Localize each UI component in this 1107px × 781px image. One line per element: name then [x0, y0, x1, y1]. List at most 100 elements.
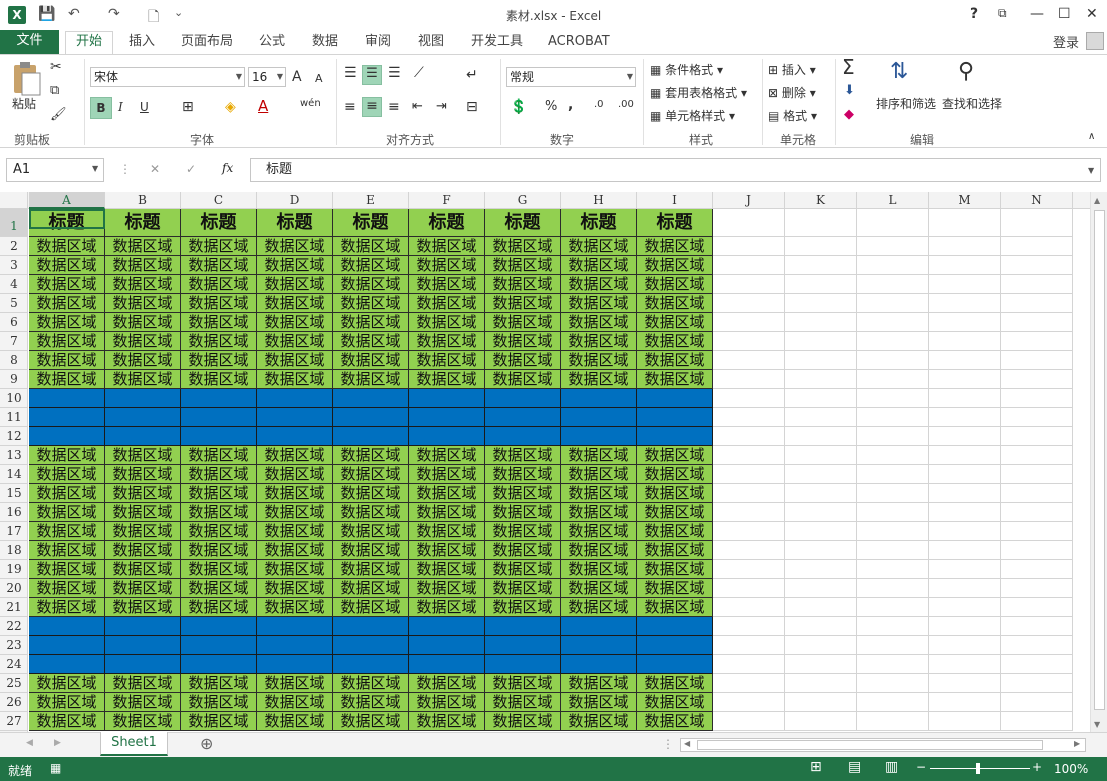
cell-j27[interactable]: [713, 712, 785, 731]
cell-f19[interactable]: 数据区域: [409, 560, 485, 579]
row-header-1[interactable]: 1: [0, 209, 28, 237]
zoom-slider[interactable]: [930, 768, 1030, 769]
cell-h9[interactable]: 数据区域: [561, 370, 637, 389]
cell-e20[interactable]: 数据区域: [333, 579, 409, 598]
tab-developer[interactable]: 开发工具: [471, 32, 523, 54]
cell-j15[interactable]: [713, 484, 785, 503]
cell-a9[interactable]: 数据区域: [29, 370, 105, 389]
cell-h14[interactable]: 数据区域: [561, 465, 637, 484]
cell-i5[interactable]: 数据区域: [637, 294, 713, 313]
cell-l24[interactable]: [857, 655, 929, 674]
tab-review[interactable]: 审阅: [365, 32, 391, 54]
cell-g11[interactable]: [485, 408, 561, 427]
cell-l17[interactable]: [857, 522, 929, 541]
cell-h11[interactable]: [561, 408, 637, 427]
cell-n9[interactable]: [1001, 370, 1073, 389]
cell-c16[interactable]: 数据区域: [181, 503, 257, 522]
chevron-down-icon[interactable]: ▼: [92, 164, 98, 173]
cell-f1[interactable]: 标题: [409, 209, 485, 237]
cell-i13[interactable]: 数据区域: [637, 446, 713, 465]
cell-e13[interactable]: 数据区域: [333, 446, 409, 465]
font-name-combo[interactable]: 宋体 ▼: [90, 67, 245, 87]
formula-input[interactable]: 标题: [250, 158, 1101, 182]
tab-home[interactable]: 开始: [65, 31, 114, 55]
cell-b27[interactable]: 数据区域: [105, 712, 181, 731]
cell-b2[interactable]: 数据区域: [105, 237, 181, 256]
paste-icon[interactable]: [8, 61, 44, 97]
login-link[interactable]: 登录: [1053, 32, 1079, 51]
cell-e6[interactable]: 数据区域: [333, 313, 409, 332]
cell-e17[interactable]: 数据区域: [333, 522, 409, 541]
cell-m20[interactable]: [929, 579, 1001, 598]
minimize-button[interactable]: —: [1030, 6, 1044, 22]
cell-k17[interactable]: [785, 522, 857, 541]
cell-k7[interactable]: [785, 332, 857, 351]
cell-d9[interactable]: 数据区域: [257, 370, 333, 389]
cell-d10[interactable]: [257, 389, 333, 408]
row-header-15[interactable]: 15: [0, 484, 28, 503]
cell-j4[interactable]: [713, 275, 785, 294]
cell-k6[interactable]: [785, 313, 857, 332]
cell-i3[interactable]: 数据区域: [637, 256, 713, 275]
cell-f4[interactable]: 数据区域: [409, 275, 485, 294]
row-header-14[interactable]: 14: [0, 465, 28, 484]
cell-c6[interactable]: 数据区域: [181, 313, 257, 332]
cell-m9[interactable]: [929, 370, 1001, 389]
cell-h15[interactable]: 数据区域: [561, 484, 637, 503]
column-header-f[interactable]: F: [409, 192, 485, 209]
cell-c19[interactable]: 数据区域: [181, 560, 257, 579]
cell-a20[interactable]: 数据区域: [29, 579, 105, 598]
cell-h17[interactable]: 数据区域: [561, 522, 637, 541]
cell-n6[interactable]: [1001, 313, 1073, 332]
cell-k3[interactable]: [785, 256, 857, 275]
cell-f2[interactable]: 数据区域: [409, 237, 485, 256]
cell-d4[interactable]: 数据区域: [257, 275, 333, 294]
cell-a21[interactable]: 数据区域: [29, 598, 105, 617]
cell-f10[interactable]: [409, 389, 485, 408]
cell-e3[interactable]: 数据区域: [333, 256, 409, 275]
cell-m18[interactable]: [929, 541, 1001, 560]
macro-record-icon[interactable]: ▦: [50, 761, 61, 775]
cell-j22[interactable]: [713, 617, 785, 636]
cell-k14[interactable]: [785, 465, 857, 484]
autosum-icon[interactable]: Σ: [842, 55, 855, 79]
cell-g8[interactable]: 数据区域: [485, 351, 561, 370]
cell-f26[interactable]: 数据区域: [409, 693, 485, 712]
cell-j6[interactable]: [713, 313, 785, 332]
cell-l9[interactable]: [857, 370, 929, 389]
prev-sheet-icon[interactable]: ◀: [26, 738, 33, 748]
cell-d22[interactable]: [257, 617, 333, 636]
cell-styles-button[interactable]: ▦ 单元格样式 ▾: [650, 107, 735, 124]
cell-c9[interactable]: 数据区域: [181, 370, 257, 389]
horizontal-scroll-thumb[interactable]: [697, 740, 1043, 750]
cell-a22[interactable]: [29, 617, 105, 636]
cell-k27[interactable]: [785, 712, 857, 731]
row-header-21[interactable]: 21: [0, 598, 28, 617]
cell-h24[interactable]: [561, 655, 637, 674]
cell-d25[interactable]: 数据区域: [257, 674, 333, 693]
cell-a24[interactable]: [29, 655, 105, 674]
cell-g17[interactable]: 数据区域: [485, 522, 561, 541]
cell-c13[interactable]: 数据区域: [181, 446, 257, 465]
cell-d12[interactable]: [257, 427, 333, 446]
cell-n26[interactable]: [1001, 693, 1073, 712]
cell-b3[interactable]: 数据区域: [105, 256, 181, 275]
cell-m15[interactable]: [929, 484, 1001, 503]
cell-i2[interactable]: 数据区域: [637, 237, 713, 256]
cell-c20[interactable]: 数据区域: [181, 579, 257, 598]
cell-j9[interactable]: [713, 370, 785, 389]
cell-k20[interactable]: [785, 579, 857, 598]
cell-i23[interactable]: [637, 636, 713, 655]
cell-c4[interactable]: 数据区域: [181, 275, 257, 294]
cell-l2[interactable]: [857, 237, 929, 256]
cell-n20[interactable]: [1001, 579, 1073, 598]
cell-e1[interactable]: 标题: [333, 209, 409, 237]
cell-l11[interactable]: [857, 408, 929, 427]
cell-e25[interactable]: 数据区域: [333, 674, 409, 693]
horizontal-scrollbar[interactable]: ◀ ▶: [680, 738, 1086, 752]
cell-k21[interactable]: [785, 598, 857, 617]
cell-l6[interactable]: [857, 313, 929, 332]
cell-f21[interactable]: 数据区域: [409, 598, 485, 617]
cell-a11[interactable]: [29, 408, 105, 427]
zoom-slider-thumb[interactable]: [976, 763, 980, 774]
